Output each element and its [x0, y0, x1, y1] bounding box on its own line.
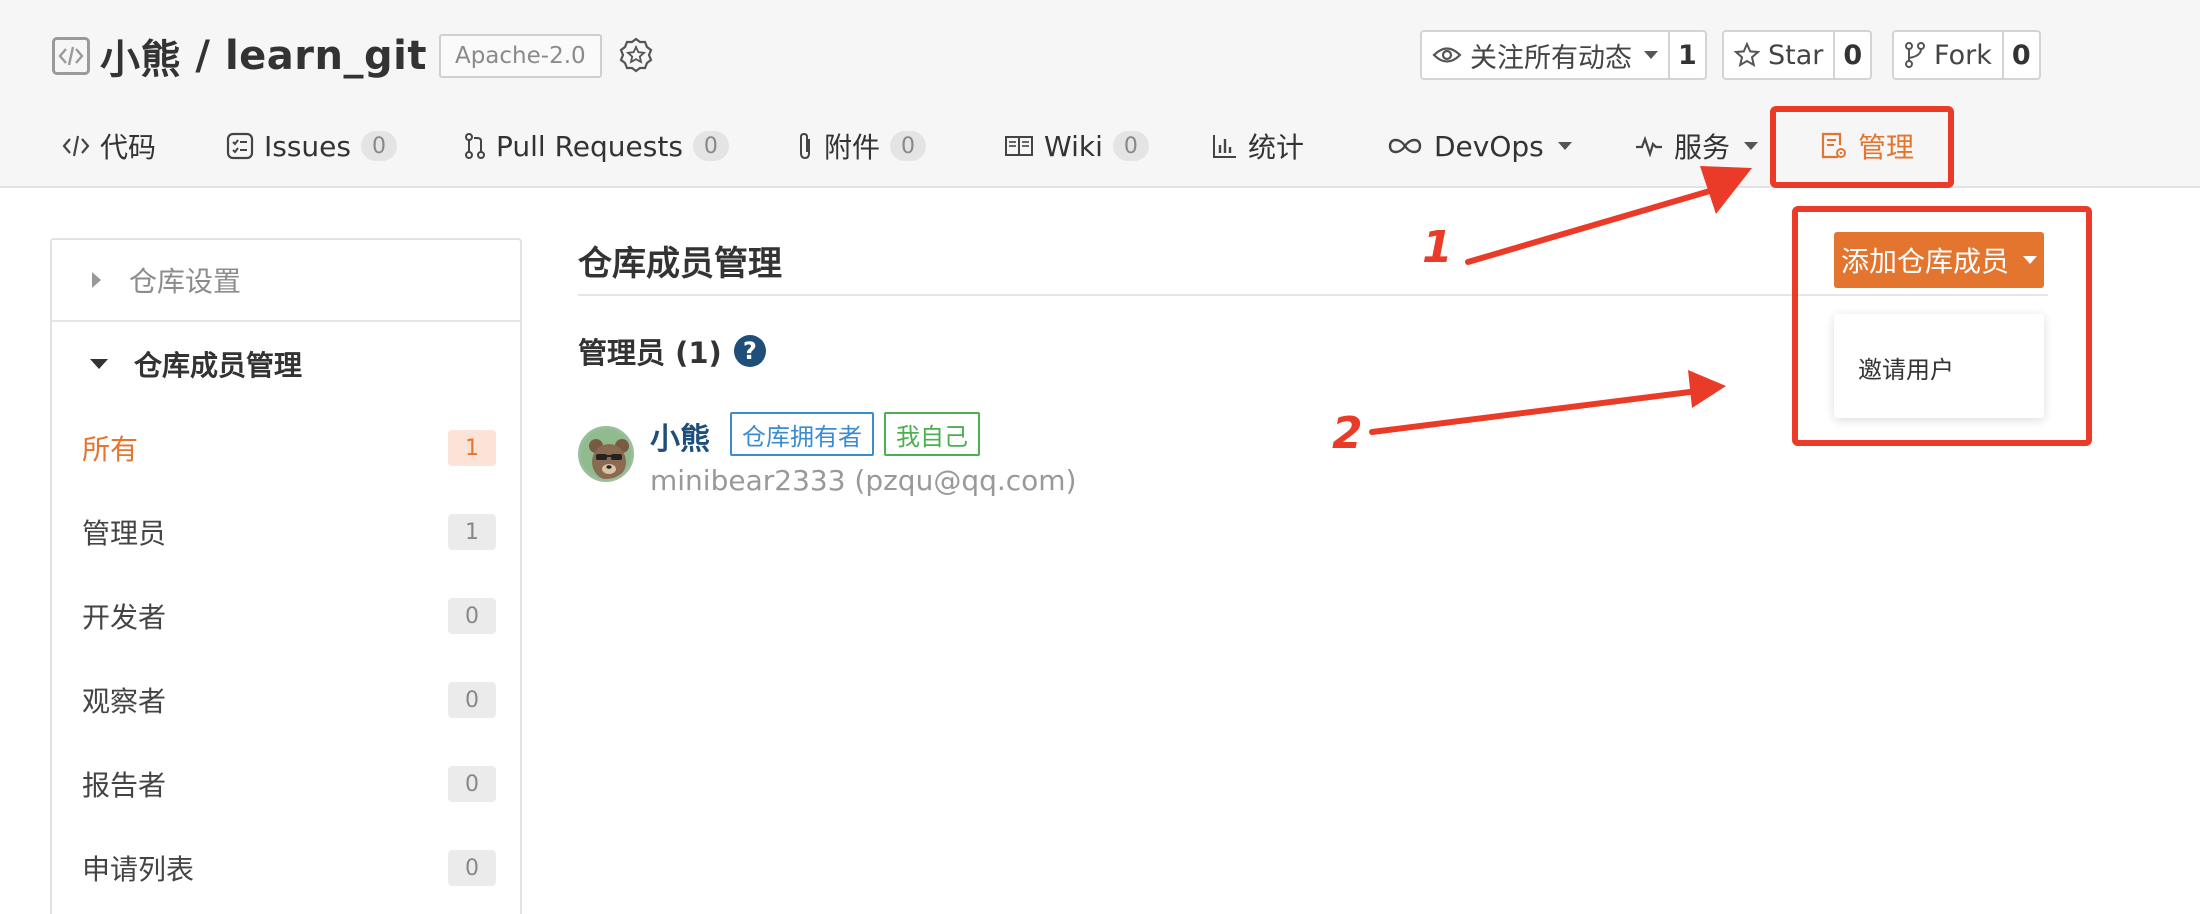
tab-issues-label: Issues: [264, 129, 351, 163]
avatar[interactable]: [578, 426, 634, 482]
book-icon: [1005, 136, 1033, 156]
chevron-down-icon: [1744, 142, 1759, 150]
sidebar-item-label: 所有: [82, 433, 139, 466]
watch-button-group: 关注所有动态 1: [1420, 30, 1707, 80]
sidebar-item-observers[interactable]: 观察者 0: [52, 658, 520, 742]
sidebar-item-count: 0: [448, 850, 496, 886]
repo-path-separator: /: [181, 33, 225, 79]
repo-owner-link[interactable]: 小熊: [100, 27, 181, 85]
tab-pull-requests-count: 0: [692, 131, 729, 161]
help-icon[interactable]: ?: [733, 335, 766, 367]
sidebar-item-label: 管理员: [82, 517, 167, 550]
sidebar-repo-settings-label: 仓库设置: [129, 265, 242, 298]
paperclip-icon: [800, 132, 810, 160]
issues-icon: [226, 132, 254, 160]
fork-count[interactable]: 0: [2001, 32, 2039, 78]
pulse-icon: [1636, 135, 1662, 157]
highlight-box-manage-tab: [1770, 106, 1954, 188]
sidebar-member-management[interactable]: 仓库成员管理: [52, 322, 520, 406]
owner-tag: 仓库拥有者: [730, 412, 874, 456]
sidebar-item-admins[interactable]: 管理员 1: [52, 490, 520, 574]
fork-label: Fork: [1934, 39, 1992, 71]
sidebar-item-count: 0: [448, 598, 496, 634]
tab-services[interactable]: 服务: [1634, 116, 1759, 176]
sidebar-item-label: 报告者: [82, 769, 167, 802]
member-name-link[interactable]: 小熊: [650, 414, 710, 458]
sidebar-item-count: 1: [448, 514, 496, 550]
tab-attachments-count: 0: [890, 131, 927, 161]
tab-devops-label: DevOps: [1434, 129, 1544, 163]
code-icon: [62, 135, 90, 157]
star-button-group: Star 0: [1722, 30, 1873, 80]
eye-icon: [1432, 47, 1462, 63]
tab-code-label: 代码: [100, 131, 157, 164]
tab-wiki-count: 0: [1112, 131, 1149, 161]
fork-button[interactable]: Fork: [1894, 32, 2002, 78]
sidebar-item-label: 开发者: [82, 601, 167, 634]
tab-services-label: 服务: [1674, 131, 1731, 164]
fork-button-group: Fork 0: [1892, 30, 2041, 80]
sidebar-item-count: 0: [448, 766, 496, 802]
tab-attachments[interactable]: 附件 0: [796, 116, 927, 176]
highlight-box-add-member: [1792, 206, 2092, 446]
star-label: Star: [1768, 39, 1824, 71]
chevron-right-icon: [92, 272, 101, 288]
tab-statistics[interactable]: 统计: [1212, 116, 1304, 176]
tab-code[interactable]: 代码: [62, 116, 156, 176]
admin-heading-label: 管理员 (1): [578, 336, 722, 370]
star-icon: [1734, 42, 1760, 68]
sidebar-member-management-label: 仓库成员管理: [134, 349, 303, 382]
fork-icon: [1905, 42, 1925, 68]
tab-pull-requests-label: Pull Requests: [496, 129, 683, 163]
infinity-icon: [1388, 138, 1422, 154]
license-badge[interactable]: Apache-2.0: [438, 34, 602, 78]
sidebar-item-applications[interactable]: 申请列表 0: [52, 826, 520, 910]
sidebar-repo-settings[interactable]: 仓库设置: [52, 240, 520, 322]
watch-button[interactable]: 关注所有动态: [1422, 32, 1668, 78]
tab-devops[interactable]: DevOps: [1386, 116, 1572, 176]
sidebar-item-all[interactable]: 所有 1: [52, 406, 520, 490]
bar-chart-icon: [1213, 135, 1236, 158]
tab-statistics-label: 统计: [1248, 131, 1305, 164]
sidebar-item-developers[interactable]: 开发者 0: [52, 574, 520, 658]
sidebar-item-label: 申请列表: [82, 853, 195, 886]
star-button[interactable]: Star: [1724, 32, 1833, 78]
tab-issues-count: 0: [361, 131, 397, 161]
tab-wiki[interactable]: Wiki 0: [1004, 116, 1149, 176]
page-title: 仓库成员管理: [578, 244, 782, 284]
sidebar-item-label: 观察者: [82, 685, 167, 718]
chevron-down-icon: [90, 359, 108, 369]
sidebar-item-count: 0: [448, 682, 496, 718]
award-icon[interactable]: [616, 36, 656, 76]
repo-title: 小熊 / learn_git Apache-2.0: [52, 26, 656, 86]
repo-code-icon: [52, 37, 90, 75]
tab-pull-requests[interactable]: Pull Requests 0: [464, 116, 729, 176]
settings-sidebar: 仓库设置 仓库成员管理 所有 1 管理员 1 开发者 0 观察者 0 报告者 0…: [50, 238, 522, 914]
star-count[interactable]: 0: [1833, 32, 1870, 78]
admin-section-heading: 管理员 (1) ?: [578, 330, 766, 372]
annotation-number-1: 1: [1422, 222, 1453, 273]
sidebar-item-count: 1: [448, 430, 496, 466]
tab-issues[interactable]: Issues 0: [226, 116, 397, 176]
chevron-down-icon: [1557, 142, 1572, 150]
watch-count[interactable]: 1: [1668, 32, 1705, 78]
sidebar-item-reporters[interactable]: 报告者 0: [52, 742, 520, 826]
tab-wiki-label: Wiki: [1044, 129, 1103, 163]
chevron-down-icon: [1644, 51, 1658, 59]
watch-label: 关注所有动态: [1470, 42, 1632, 74]
annotation-number-2: 2: [1332, 408, 1363, 459]
pull-request-icon: [465, 133, 485, 159]
member-username-email: minibear2333 (pzqu@qq.com): [650, 464, 1077, 497]
tab-attachments-label: 附件: [824, 131, 881, 164]
repo-name-link[interactable]: learn_git: [225, 33, 427, 79]
self-tag: 我自己: [884, 412, 980, 456]
